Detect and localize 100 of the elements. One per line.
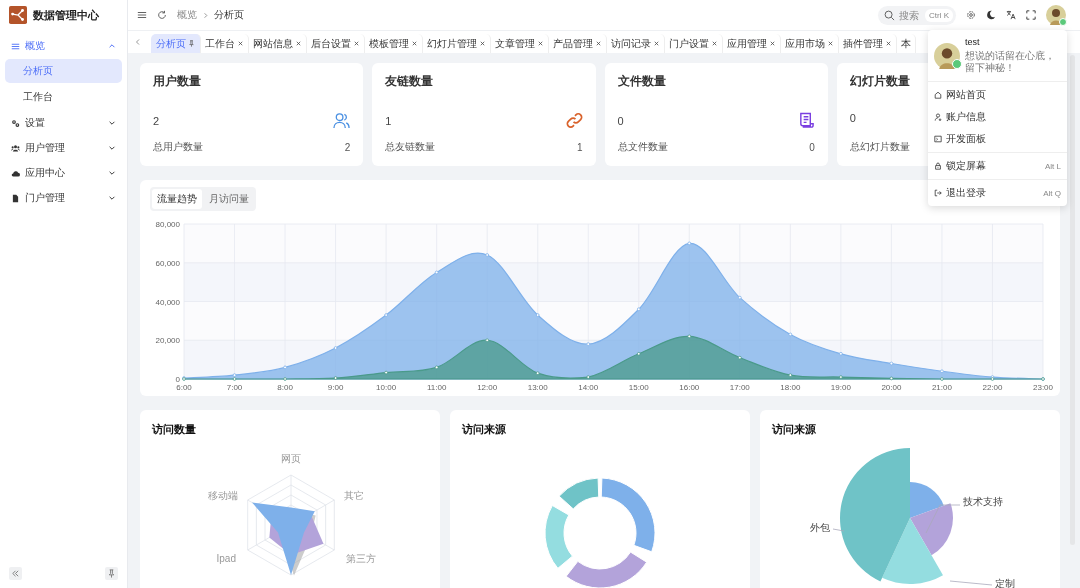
menu-item[interactable]: 退出登录 Alt Q bbox=[928, 182, 1067, 204]
pin-icon[interactable] bbox=[188, 40, 195, 47]
axis-label: 9:00 bbox=[327, 383, 344, 392]
stat-value: 2 bbox=[153, 114, 160, 127]
stat-footer-value: 0 bbox=[809, 141, 815, 153]
axis-label: 60,000 bbox=[155, 258, 180, 268]
tab[interactable]: 访问记录 bbox=[607, 34, 665, 53]
segment-tab[interactable]: 月访问量 bbox=[204, 189, 254, 209]
radar-label: 网页 bbox=[281, 453, 301, 464]
stat-title: 文件数量 bbox=[617, 73, 666, 90]
tab[interactable]: 应用管理 bbox=[723, 34, 781, 53]
stat-footer-label: 总用户数量 bbox=[153, 140, 203, 154]
stat-footer-label: 总文件数量 bbox=[617, 140, 668, 154]
menu-icon[interactable] bbox=[137, 10, 147, 20]
sidebar-subitem[interactable]: 分析页 bbox=[5, 59, 122, 83]
stat-title: 友链数量 bbox=[385, 73, 434, 90]
shortcut-hint: Alt Q bbox=[1043, 188, 1061, 198]
close-icon[interactable] bbox=[479, 40, 486, 47]
link-icon bbox=[565, 112, 583, 129]
axis-label: 22:00 bbox=[982, 383, 1003, 392]
search-bar[interactable]: 搜索 Ctrl K bbox=[878, 5, 956, 25]
tab[interactable]: 幻灯片管理 bbox=[423, 34, 491, 53]
tab[interactable]: 分析页 bbox=[151, 34, 201, 53]
home-icon bbox=[934, 91, 942, 99]
fullscreen-icon[interactable] bbox=[1026, 10, 1036, 20]
breadcrumb-link[interactable]: 概览 bbox=[177, 8, 197, 22]
segment-tab[interactable]: 流量趋势 bbox=[152, 189, 202, 209]
close-icon[interactable] bbox=[353, 40, 360, 47]
collapse-button[interactable] bbox=[9, 567, 22, 580]
tab[interactable]: 文章管理 bbox=[491, 34, 549, 53]
sidebar-subitem[interactable]: 工作台 bbox=[5, 85, 122, 109]
close-icon[interactable] bbox=[537, 40, 544, 47]
tab[interactable]: 后台设置 bbox=[307, 34, 365, 53]
sidebar-item[interactable]: 门户管理 bbox=[5, 186, 122, 210]
tab[interactable]: 模板管理 bbox=[365, 34, 423, 53]
close-icon[interactable] bbox=[295, 40, 302, 47]
axis-label: 19:00 bbox=[830, 383, 851, 392]
tab[interactable]: 工作台 bbox=[201, 34, 249, 53]
user-avatar bbox=[934, 42, 960, 69]
shortcut-hint: Alt L bbox=[1045, 161, 1061, 171]
breadcrumb-link[interactable]: 分析页 bbox=[214, 8, 244, 22]
stat-title: 幻灯片数量 bbox=[849, 73, 910, 90]
tab[interactable]: 插件管理 bbox=[839, 34, 897, 53]
sidebar-item[interactable]: 概览 bbox=[5, 34, 122, 58]
close-icon[interactable] bbox=[653, 40, 660, 47]
document-icon bbox=[797, 112, 815, 129]
gears-icon bbox=[11, 118, 20, 128]
axis-label: 20:00 bbox=[881, 383, 902, 392]
axis-label: 7:00 bbox=[226, 383, 243, 392]
axis-label: 21:00 bbox=[931, 383, 952, 392]
axis-label: 11:00 bbox=[426, 383, 447, 392]
search-input[interactable]: 搜索 bbox=[899, 9, 921, 21]
chevrons-left-icon bbox=[11, 569, 20, 578]
panel-title: 访问数量 bbox=[152, 422, 196, 437]
pie-label: 定制 bbox=[995, 578, 1015, 588]
tab[interactable]: 应用市场 bbox=[781, 34, 839, 53]
menu-item[interactable]: 账户信息 bbox=[928, 106, 1067, 128]
close-icon[interactable] bbox=[237, 40, 244, 47]
menu-item[interactable]: 锁定屏幕 Alt L bbox=[928, 155, 1067, 177]
stat-value: 0 bbox=[617, 114, 624, 127]
list-icon bbox=[11, 41, 20, 51]
axis-label: 12:00 bbox=[477, 383, 498, 392]
close-icon[interactable] bbox=[769, 40, 776, 47]
menu-item[interactable]: 网站首页 bbox=[928, 84, 1067, 106]
menu-item[interactable]: 开发面板 bbox=[928, 128, 1067, 150]
sidebar-item[interactable]: 用户管理 bbox=[5, 136, 122, 160]
tab[interactable]: 网站信息 bbox=[249, 34, 307, 53]
chevron-right-icon bbox=[202, 11, 209, 19]
user-motto: 想说的话留在心底，留下神秘！ bbox=[965, 50, 1056, 74]
tab[interactable]: 产品管理 bbox=[549, 34, 607, 53]
leader-line bbox=[949, 580, 993, 586]
pie-label: 外包 bbox=[810, 522, 830, 533]
pin-button[interactable] bbox=[105, 567, 118, 580]
terminal-icon bbox=[934, 135, 942, 143]
user-avatar[interactable] bbox=[1046, 5, 1066, 25]
settings-icon[interactable] bbox=[966, 10, 976, 20]
stat-footer-value: 2 bbox=[344, 141, 351, 153]
leader-line bbox=[832, 528, 845, 532]
document-icon bbox=[11, 193, 20, 203]
chevron-down-icon bbox=[108, 119, 116, 127]
chevron-down-icon bbox=[108, 144, 116, 152]
search-icon bbox=[884, 9, 895, 21]
tab[interactable]: 门户设置 bbox=[665, 34, 723, 53]
panel-title: 访问来源 bbox=[462, 422, 506, 437]
pie-label: 技术支持 bbox=[963, 496, 1003, 507]
axis-label: 8:00 bbox=[277, 383, 293, 392]
sidebar-item[interactable]: 设置 bbox=[5, 111, 122, 135]
radar-label: 第三方 bbox=[346, 553, 376, 564]
tab[interactable]: 本 bbox=[897, 34, 916, 53]
moon-icon[interactable] bbox=[986, 10, 996, 20]
translate-icon[interactable] bbox=[1006, 10, 1016, 20]
close-icon[interactable] bbox=[595, 40, 602, 47]
close-icon[interactable] bbox=[711, 40, 718, 47]
refresh-icon[interactable] bbox=[157, 10, 167, 20]
sidebar-item[interactable]: 应用中心 bbox=[5, 161, 122, 185]
chevron-up-icon bbox=[108, 42, 116, 50]
close-icon[interactable] bbox=[827, 40, 834, 47]
axis-label: 17:00 bbox=[729, 383, 750, 392]
close-icon[interactable] bbox=[411, 40, 418, 47]
close-icon[interactable] bbox=[885, 40, 892, 47]
